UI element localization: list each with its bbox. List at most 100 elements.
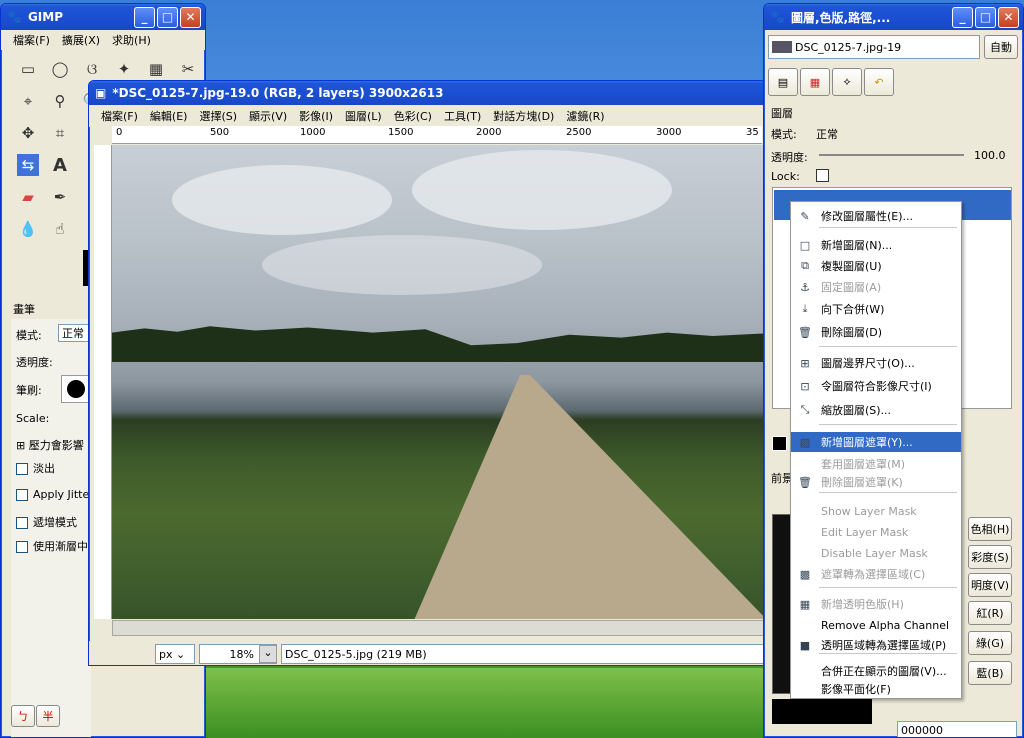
context-menu-label: 影像平面化(F) [821, 683, 891, 696]
eraser-icon[interactable]: ▰ [17, 186, 39, 208]
horizontal-ruler[interactable]: 0 500 1000 1500 2000 2500 3000 35 [112, 126, 762, 144]
menu-edit[interactable]: 編輯(E) [144, 108, 194, 124]
path-icon[interactable]: ⌖ [17, 90, 39, 112]
menu-help[interactable]: 求助(H) [106, 32, 157, 48]
context-menu-item[interactable]: ✎ 修改圖層屬性(E)... [791, 206, 961, 226]
minimize-button[interactable]: _ [134, 6, 155, 28]
menu-view[interactable]: 顯示(V) [243, 108, 293, 124]
fuzzy-select-icon[interactable]: ✦ [113, 58, 135, 80]
context-menu-item[interactable]: 合併正在顯示的圖層(V)... [791, 661, 961, 681]
mode-value[interactable]: 正常 [816, 126, 838, 142]
menu-colors[interactable]: 色彩(C) [388, 108, 438, 124]
blank-icon [797, 664, 813, 678]
rect-select-icon[interactable]: ▭ [17, 58, 39, 80]
incremental-checkbox[interactable]: 遞增模式 [16, 514, 77, 530]
image-selector[interactable]: DSC_0125-7.jpg-19 [768, 35, 980, 59]
hex-field[interactable]: 000000 [897, 721, 1017, 737]
menu-image[interactable]: 影像(I) [293, 108, 339, 124]
fit-icon: ⊡ [800, 379, 810, 393]
lock-checkbox[interactable] [816, 169, 829, 182]
jitter-checkbox[interactable]: Apply Jitte [16, 488, 89, 501]
gradient-checkbox[interactable]: 使用漸層中 [16, 538, 88, 554]
hue-button[interactable]: 色相(H) [968, 517, 1012, 541]
context-menu-item[interactable]: 影像平面化(F) [791, 679, 961, 699]
blank-icon [797, 525, 813, 539]
context-menu-item[interactable]: Remove Alpha Channel [791, 615, 961, 635]
mask-select-icon: ▩ [799, 567, 811, 581]
status-field: DSC_0125-5.jpg (219 MB) [281, 644, 767, 664]
pressure-toggle[interactable]: ⊞ 壓力會影響 [16, 437, 84, 453]
menu-dialogs[interactable]: 對話方塊(D) [487, 108, 560, 124]
channels-tab-icon[interactable]: ▦ [800, 68, 830, 96]
menu-file[interactable]: 檔案(F) [7, 32, 56, 48]
brush-label: 筆刷: [16, 384, 42, 397]
image-titlebar[interactable]: ▣ *DSC_0125-7.jpg-19.0 (RGB, 2 layers) 3… [89, 81, 767, 105]
value-button[interactable]: 明度(V) [968, 573, 1012, 597]
hex-value: 000000 [901, 723, 943, 737]
image-selector-value: DSC_0125-7.jpg-19 [795, 40, 902, 54]
ime-bopomofo-button[interactable]: ㄅ [11, 705, 35, 727]
paths-tab-icon[interactable]: ⟡ [832, 68, 862, 96]
lasso-icon[interactable]: ଓ [81, 58, 103, 80]
brush-preview[interactable] [61, 375, 91, 403]
opacity-value[interactable]: 100.0 [974, 149, 1006, 162]
blue-button[interactable]: 藍(B) [968, 661, 1012, 685]
fade-label: 淡出 [33, 462, 55, 475]
minimize-button[interactable]: _ [952, 6, 973, 28]
context-menu-item[interactable]: ⊞ 圖層邊界尺寸(O)... [791, 353, 961, 373]
context-menu-item[interactable]: ⧉ 複製圖層(U) [791, 256, 961, 276]
layers-titlebar[interactable]: 🐾 圖層,色版,路徑,... _ □ ✕ [764, 4, 1023, 30]
close-button[interactable]: ✕ [998, 6, 1019, 28]
horizontal-scrollbar[interactable] [112, 620, 765, 636]
crop-icon[interactable]: ⌗ [49, 122, 71, 144]
ellipse-select-icon[interactable]: ◯ [49, 58, 71, 80]
context-menu-item[interactable]: ■ 透明區域轉為選擇區域(P) [791, 635, 961, 655]
menu-file[interactable]: 檔案(F) [95, 108, 144, 124]
opacity-label: 透明度: [16, 356, 53, 369]
context-menu-item[interactable]: □ 新增圖層(N)... [791, 235, 961, 255]
airbrush-icon[interactable]: ✒ [49, 186, 71, 208]
auto-button[interactable]: 自動 [984, 35, 1018, 59]
blank-icon [797, 457, 813, 471]
fg-swatch[interactable] [772, 436, 787, 451]
color-select-icon[interactable]: ▦ [145, 58, 167, 80]
toolbox-titlebar[interactable]: 🐾 GIMP _ □ ✕ [1, 4, 205, 30]
vertical-ruler[interactable] [94, 145, 112, 619]
close-button[interactable]: ✕ [180, 6, 201, 28]
layers-tab-icon[interactable]: ▤ [768, 68, 798, 96]
scale-icon: ⤡ [800, 403, 810, 416]
image-canvas[interactable] [112, 145, 765, 619]
color-picker-icon[interactable]: ⚲ [49, 90, 71, 112]
context-menu-item[interactable]: ⤓ 向下合併(W) [791, 299, 961, 319]
menu-layer[interactable]: 圖層(L) [339, 108, 388, 124]
ruler-tick: 3000 [656, 127, 682, 138]
smudge-icon[interactable]: ☝ [49, 218, 71, 240]
saturation-button[interactable]: 彩度(S) [968, 545, 1012, 569]
unit-select[interactable]: px ⌄ [155, 644, 195, 664]
blur-icon[interactable]: 💧 [17, 218, 39, 240]
undo-tab-icon[interactable]: ↶ [864, 68, 894, 96]
fade-checkbox[interactable]: 淡出 [16, 460, 55, 476]
maximize-button[interactable]: □ [157, 6, 178, 28]
maximize-button[interactable]: □ [975, 6, 996, 28]
opacity-slider[interactable] [819, 154, 964, 156]
menu-extensions[interactable]: 擴展(X) [56, 32, 106, 48]
image-title: *DSC_0125-7.jpg-19.0 (RGB, 2 layers) 390… [112, 86, 444, 100]
scissors-icon[interactable]: ✂ [177, 58, 199, 80]
menu-tools[interactable]: 工具(T) [438, 108, 487, 124]
ime-halfwidth-button[interactable]: 半 [36, 705, 60, 727]
context-menu-label: 套用圖層遮罩(M) [821, 458, 906, 471]
text-tool-icon[interactable]: A [49, 154, 71, 176]
context-menu-item[interactable]: 🗑 刪除圖層(D) [791, 322, 961, 342]
context-menu-item[interactable]: ⤡ 縮放圖層(S)... [791, 400, 961, 420]
flip-icon[interactable]: ⇆ [17, 154, 39, 176]
move-icon[interactable]: ✥ [17, 122, 39, 144]
menu-select[interactable]: 選擇(S) [193, 108, 243, 124]
context-menu-item[interactable]: ▨ 新增圖層遮罩(Y)... [791, 432, 961, 452]
red-button[interactable]: 紅(R) [968, 601, 1012, 625]
menu-filters[interactable]: 濾鏡(R) [560, 108, 610, 124]
context-menu-item: Disable Layer Mask [791, 543, 961, 563]
zoom-dropdown-arrow[interactable]: ⌄ [259, 645, 277, 663]
green-button[interactable]: 綠(G) [968, 631, 1012, 655]
context-menu-item[interactable]: ⊡ 令圖層符合影像尺寸(I) [791, 376, 961, 396]
